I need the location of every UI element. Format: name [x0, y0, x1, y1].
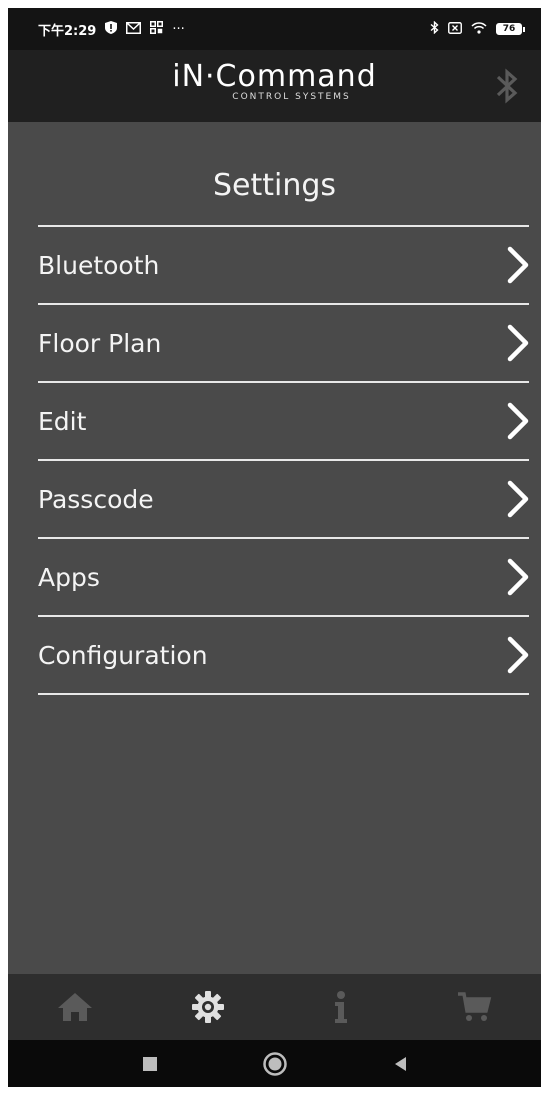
settings-menu: Bluetooth Floor Plan Edit Passcode Apps — [38, 225, 529, 695]
battery-icon: 76 — [496, 23, 525, 35]
chevron-right-icon — [507, 324, 529, 362]
menu-item-label: Passcode — [38, 484, 154, 514]
status-left: 下午2:29 ··· — [38, 20, 185, 39]
battery-level: 76 — [496, 23, 522, 35]
menu-item-floor-plan[interactable]: Floor Plan — [38, 305, 529, 383]
sim-icon — [448, 21, 462, 37]
menu-item-label: Configuration — [38, 640, 208, 670]
app-logo: iN·Command CONTROL SYSTEMS — [8, 59, 541, 103]
home-icon — [57, 993, 92, 1021]
battery-tip — [523, 26, 525, 32]
menu-item-bluetooth[interactable]: Bluetooth — [38, 227, 529, 305]
info-icon — [335, 991, 348, 1023]
menu-item-label: Floor Plan — [38, 328, 162, 358]
mail-icon — [126, 21, 142, 37]
menu-item-label: Bluetooth — [38, 250, 160, 280]
status-bar: 下午2:29 ··· 76 — [8, 8, 541, 50]
chevron-right-icon — [507, 636, 529, 674]
more-indicator: ··· — [172, 21, 185, 37]
device-screen: 下午2:29 ··· 76 iN·Command CONTROL SYSTEMS… — [8, 8, 541, 1087]
status-time: 下午2:29 — [38, 23, 97, 39]
tab-cart[interactable] — [444, 977, 504, 1037]
settings-content: Settings Bluetooth Floor Plan Edit Passc… — [8, 122, 541, 974]
menu-item-label: Apps — [38, 562, 100, 592]
menu-item-apps[interactable]: Apps — [38, 539, 529, 617]
wifi-icon — [471, 21, 487, 37]
back-button[interactable] — [385, 1049, 415, 1079]
status-right: 76 — [430, 20, 525, 37]
bluetooth-icon[interactable] — [495, 66, 519, 106]
tab-info[interactable] — [311, 977, 371, 1037]
bluetooth-status-icon — [430, 20, 439, 37]
chevron-right-icon — [507, 558, 529, 596]
shield-icon — [105, 21, 118, 37]
tab-home[interactable] — [45, 977, 105, 1037]
gear-icon — [191, 991, 224, 1023]
menu-item-edit[interactable]: Edit — [38, 383, 529, 461]
logo-sub-text: CONTROL SYSTEMS — [232, 92, 351, 102]
home-nav-button[interactable] — [260, 1049, 290, 1079]
cart-icon — [458, 992, 492, 1021]
page-title: Settings — [212, 168, 337, 203]
logo-main-text: iN·Command — [172, 59, 377, 94]
tab-settings[interactable] — [178, 977, 238, 1037]
system-nav-bar — [8, 1040, 541, 1087]
bottom-tab-bar — [8, 974, 541, 1040]
menu-item-label: Edit — [38, 406, 87, 436]
app-header: iN·Command CONTROL SYSTEMS — [8, 50, 541, 122]
chevron-right-icon — [507, 246, 529, 284]
square-icon — [142, 1056, 157, 1071]
back-triangle-icon — [394, 1056, 406, 1071]
menu-item-passcode[interactable]: Passcode — [38, 461, 529, 539]
recents-button[interactable] — [135, 1049, 165, 1079]
menu-item-configuration[interactable]: Configuration — [38, 617, 529, 695]
grid-icon — [150, 21, 164, 37]
chevron-right-icon — [507, 402, 529, 440]
circle-icon — [262, 1051, 287, 1076]
chevron-right-icon — [507, 480, 529, 518]
